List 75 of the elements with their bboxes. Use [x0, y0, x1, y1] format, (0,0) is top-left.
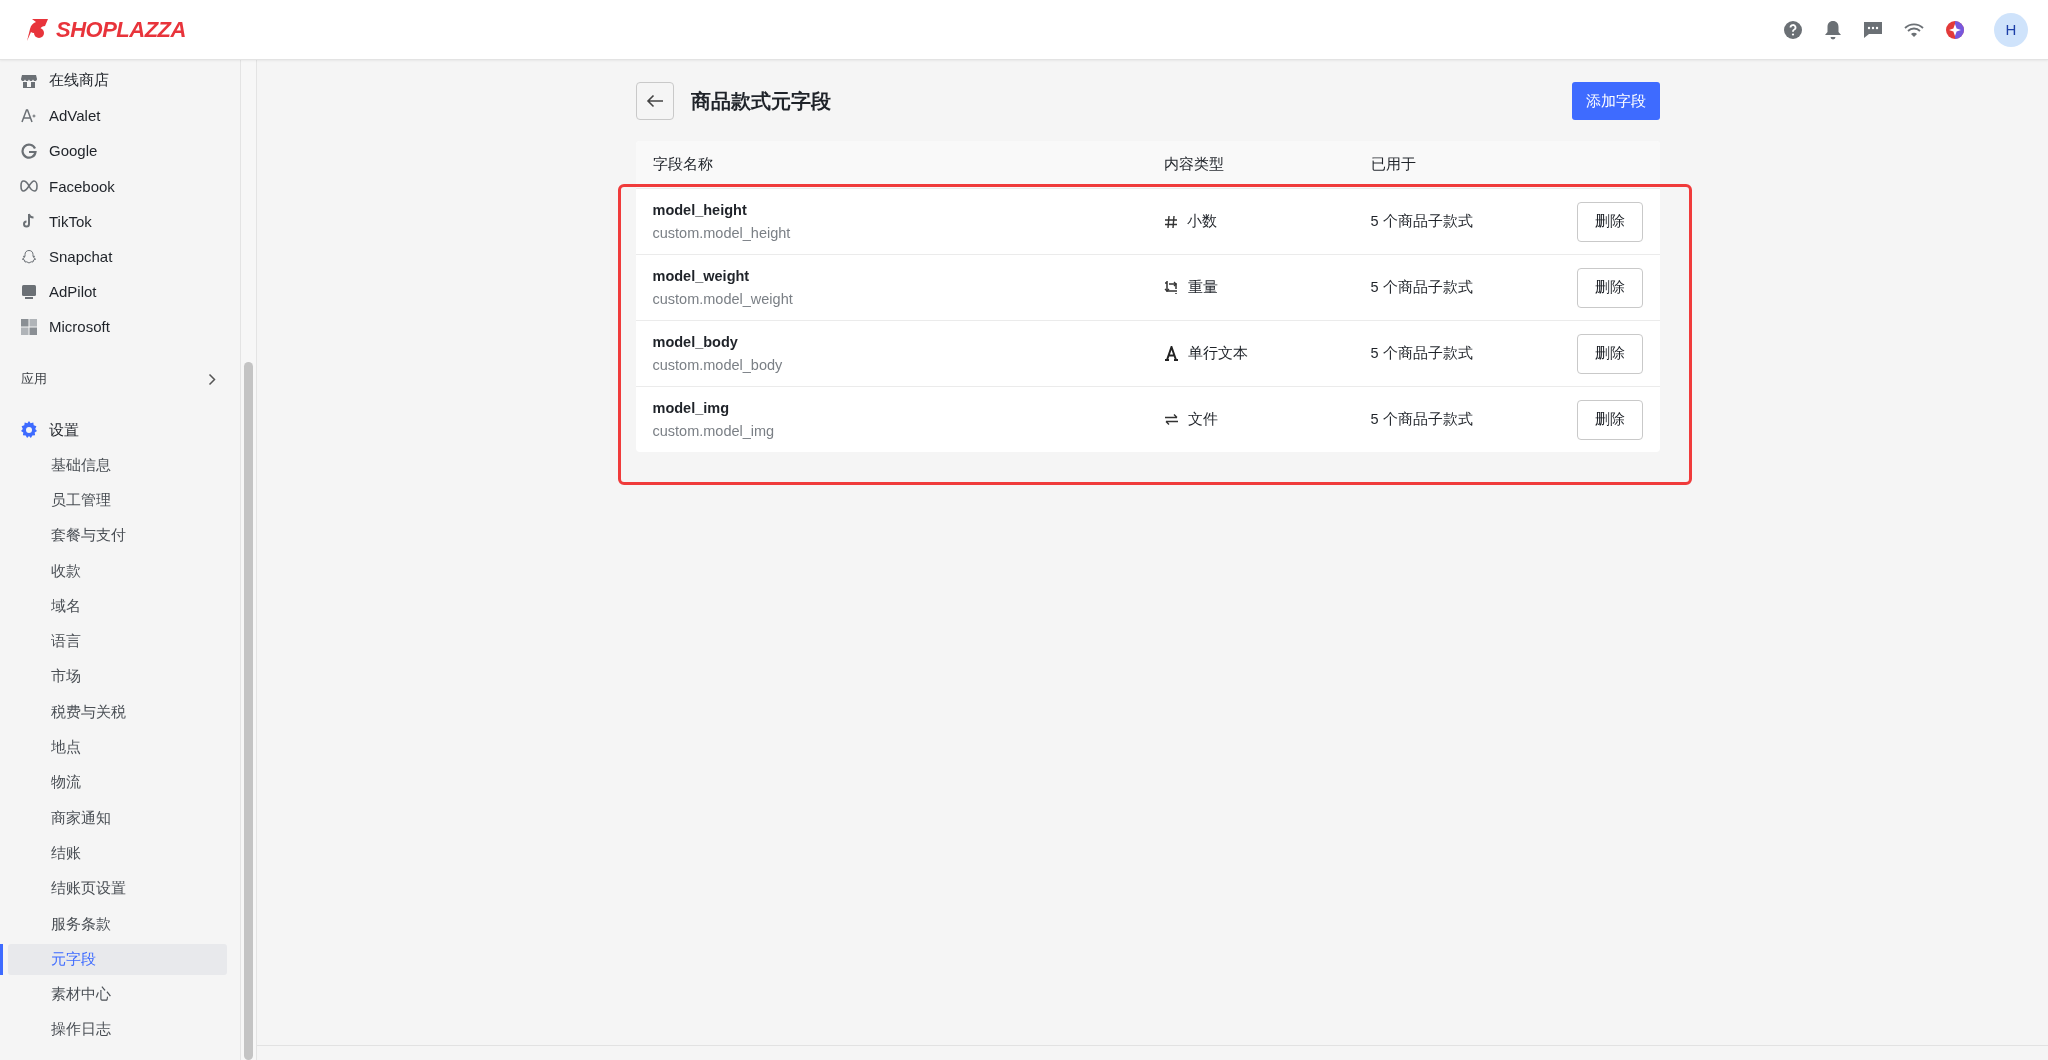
usage-count: 5 个商品子款式 [1370, 410, 1474, 429]
section-title: 设置 [49, 420, 79, 440]
page-title: 商品款式元字段 [690, 88, 832, 114]
ghost-icon [20, 248, 38, 265]
channel-item[interactable]: Google [0, 133, 240, 169]
field-name: model_height [652, 202, 748, 218]
settings-item[interactable]: 语言 [0, 624, 240, 660]
column-header: 内容类型 [1163, 155, 1225, 174]
help-icon[interactable] [1783, 19, 1803, 40]
content-type: 文件 [1187, 410, 1218, 429]
settings-item[interactable]: 税费与关税 [0, 694, 240, 730]
bell-icon[interactable] [1824, 19, 1842, 40]
field-key: custom.model_img [652, 423, 1164, 439]
swap-arrows-icon [1163, 413, 1179, 426]
channel-item[interactable]: Facebook [0, 168, 240, 204]
scrollbar-thumb[interactable] [244, 362, 253, 1060]
store-icon [20, 72, 38, 89]
usage-count: 5 个商品子款式 [1370, 278, 1474, 297]
channel-item[interactable]: AdValet [0, 98, 240, 134]
arrow-left-icon [645, 94, 664, 108]
content-type: 小数 [1186, 212, 1217, 231]
settings-item[interactable]: 套餐与支付 [0, 518, 240, 554]
chevron-right-icon[interactable] [208, 372, 216, 386]
field-name: model_img [652, 400, 731, 416]
settings-item[interactable]: 商家通知 [0, 800, 240, 836]
column-header: 已用于 [1370, 155, 1417, 174]
letter-a-icon [1163, 346, 1179, 361]
channel-item[interactable]: TikTok [0, 203, 240, 239]
add-field-button[interactable]: 添加字段 [1571, 82, 1660, 120]
field-key: custom.model_height [652, 225, 1164, 241]
delete-button[interactable]: 删除 [1576, 201, 1643, 242]
settings-item[interactable]: 市场 [0, 659, 240, 695]
app-logo-icon[interactable] [1945, 19, 1965, 40]
channel-item[interactable]: Microsoft [0, 309, 240, 345]
delete-button[interactable]: 删除 [1576, 267, 1643, 308]
user-avatar[interactable]: H [1994, 12, 2028, 47]
gear-icon [20, 421, 38, 439]
back-button[interactable] [635, 82, 674, 120]
usage-count: 5 个商品子款式 [1370, 344, 1474, 363]
delete-button[interactable]: 删除 [1576, 333, 1643, 374]
field-key: custom.model_body [652, 357, 1164, 373]
section-label: 应用 [21, 370, 47, 388]
field-key: custom.model_weight [652, 291, 1164, 307]
sparkle-letter-icon [20, 107, 38, 124]
logo-icon [26, 16, 50, 43]
hash-icon [1163, 214, 1178, 229]
settings-item[interactable]: 操作日志 [0, 1012, 240, 1048]
column-header: 字段名称 [652, 155, 714, 174]
delete-button[interactable]: 删除 [1576, 399, 1643, 440]
usage-count: 5 个商品子款式 [1370, 212, 1474, 231]
channel-item[interactable]: AdPilot [0, 274, 240, 310]
settings-item[interactable]: 基础信息 [0, 447, 240, 483]
channel-item[interactable]: Snapchat [0, 238, 240, 275]
content-type: 重量 [1187, 278, 1218, 297]
wifi-icon[interactable] [1904, 21, 1924, 38]
infinity-icon [20, 180, 38, 193]
logo-text: SHOPLAZZA [56, 16, 186, 43]
settings-item[interactable]: 域名 [0, 588, 240, 624]
content-type: 单行文本 [1187, 344, 1248, 363]
settings-item[interactable]: 素材中心 [0, 976, 240, 1013]
settings-item[interactable]: 结账页设置 [0, 871, 240, 907]
monitor-icon [20, 283, 38, 300]
settings-item[interactable]: 员工管理 [0, 482, 240, 519]
letter-g-icon [20, 142, 38, 159]
chat-icon[interactable] [1863, 20, 1883, 39]
crop-arrows-icon [1163, 280, 1179, 295]
settings-item[interactable]: 物流 [0, 765, 240, 801]
channel-item[interactable]: 在线商店 [0, 63, 240, 99]
field-name: model_body [652, 334, 739, 350]
grid-icon [20, 318, 38, 335]
settings-item[interactable]: 结账 [0, 835, 240, 872]
field-name: model_weight [652, 268, 751, 284]
settings-item[interactable]: 服务条款 [0, 906, 240, 942]
settings-item[interactable]: 收款 [0, 553, 240, 589]
settings-item[interactable]: 地点 [0, 729, 240, 766]
